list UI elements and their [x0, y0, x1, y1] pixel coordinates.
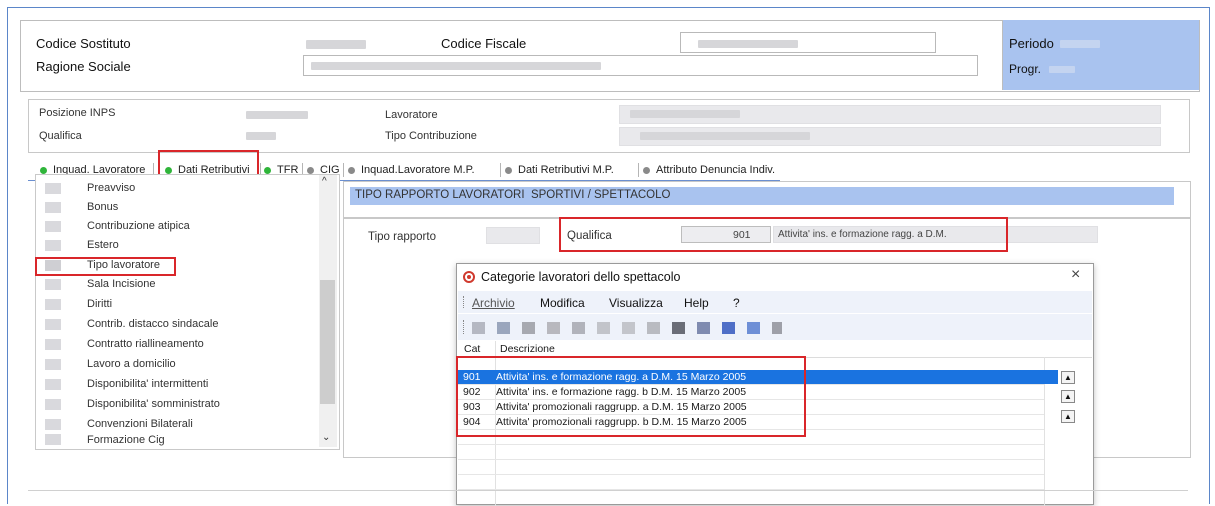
list-item[interactable]: Disponibilita' somministrato: [45, 394, 220, 414]
highlight-qualifica: [559, 217, 1008, 252]
periodo-panel: [1002, 20, 1199, 90]
list-item[interactable]: Bonus: [45, 197, 118, 217]
tree-icon[interactable]: [547, 321, 560, 334]
dialog-icon: [463, 271, 475, 283]
posizione-inps-value: [246, 111, 308, 119]
status-green-icon: [40, 166, 47, 174]
menu-visualizza[interactable]: Visualizza: [609, 296, 663, 310]
posizione-inps-label: Posizione INPS: [39, 107, 116, 119]
qualifica-label: Qualifica: [39, 130, 82, 142]
status-gray-icon: [505, 166, 512, 174]
dialog-toolbar: [458, 314, 1092, 340]
periodo-label: Periodo: [1009, 36, 1054, 51]
qualifica-value: [246, 132, 276, 140]
filter-tool-icon[interactable]: [647, 321, 660, 334]
codice-sostituto-value: [306, 40, 366, 49]
list-icon[interactable]: [597, 321, 610, 334]
open-folder-icon[interactable]: [472, 321, 485, 334]
menu-modifica[interactable]: Modifica: [540, 296, 585, 310]
codice-fiscale-label: Codice Fiscale: [441, 36, 527, 51]
tab-dati-retributivi-mp[interactable]: Dati Retributivi M.P.: [505, 160, 614, 180]
chevron-down-icon[interactable]: ⌄: [322, 432, 330, 443]
menu-question[interactable]: ?: [733, 296, 740, 310]
list-item[interactable]: Contribuzione atipica: [45, 216, 190, 236]
panel-title-text: TIPO RAPPORTO LAVORATORI SPORTIVI / SPET…: [355, 189, 671, 201]
lavoratore-label: Lavoratore: [385, 109, 438, 121]
tipo-contribuzione-label: Tipo Contribuzione: [385, 130, 477, 142]
card-icon[interactable]: [747, 321, 760, 334]
list-item[interactable]: Sala Incisione: [45, 274, 156, 294]
funnel-icon[interactable]: [772, 321, 782, 334]
list-item[interactable]: Disponibilita' intermittenti: [45, 374, 208, 394]
ragione-sociale-value: [311, 62, 601, 70]
progr-value: [1049, 66, 1075, 73]
status-gray-icon: [348, 166, 355, 174]
codice-fiscale-value: [698, 40, 798, 48]
indent-icon[interactable]: [572, 321, 585, 334]
highlight-rows: [456, 356, 806, 437]
tipo-rapporto-label: Tipo rapporto: [368, 231, 436, 243]
save-icon[interactable]: [497, 321, 510, 334]
list-item[interactable]: Formazione Cig: [45, 434, 165, 446]
bottom-divider: [28, 490, 1188, 491]
column-header-descrizione: Descrizione: [500, 343, 555, 355]
tipo-rapporto-field[interactable]: [486, 227, 540, 244]
tab-attributo-denuncia[interactable]: Attributo Denuncia Indiv.: [643, 160, 775, 180]
binoculars-icon[interactable]: [672, 321, 685, 334]
periodo-value: [1060, 40, 1100, 48]
list-item[interactable]: Estero: [45, 235, 119, 255]
list-item[interactable]: Contratto riallineamento: [45, 334, 204, 354]
detail-list-icon[interactable]: [622, 321, 635, 334]
dialog-title: Categorie lavoratori dello spettacolo: [481, 270, 681, 284]
list-item[interactable]: Preavviso: [45, 178, 135, 198]
menu-help[interactable]: Help: [684, 296, 709, 310]
grid-icon[interactable]: [522, 321, 535, 334]
status-gray-icon: [307, 166, 314, 174]
tab-inquad-lavoratore-mp[interactable]: Inquad.Lavoratore M.P.: [348, 160, 475, 180]
lavoratore-value: [630, 110, 740, 118]
list-item[interactable]: Lavoro a domicilio: [45, 354, 176, 374]
list-item[interactable]: Contrib. distacco sindacale: [45, 314, 218, 334]
chevron-up-icon[interactable]: ^: [322, 176, 327, 187]
sort-az-icon[interactable]: [697, 321, 710, 334]
menu-archivio[interactable]: Archivio: [472, 296, 515, 310]
status-green-icon: [264, 166, 271, 174]
list-item[interactable]: Convenzioni Bilaterali: [45, 414, 193, 434]
prev-record-icon[interactable]: ▲: [1061, 410, 1075, 423]
ragione-sociale-label: Ragione Sociale: [36, 59, 131, 74]
tipo-contribuzione-value: [640, 132, 810, 140]
scrollbar-thumb[interactable]: [320, 280, 335, 404]
list-item[interactable]: Diritti: [45, 294, 112, 314]
main-window: Codice Sostituto Ragione Sociale Codice …: [7, 7, 1210, 506]
page-up-icon[interactable]: ▲: [1061, 390, 1075, 403]
highlight-tipo-lavoratore: [35, 257, 176, 276]
close-icon[interactable]: ×: [1071, 266, 1080, 284]
column-header-cat: Cat: [464, 343, 481, 355]
status-gray-icon: [643, 166, 650, 174]
codice-sostituto-label: Codice Sostituto: [36, 36, 131, 51]
progr-label: Progr.: [1009, 62, 1042, 76]
window-icon[interactable]: [722, 321, 735, 334]
first-record-icon[interactable]: ▲: [1061, 371, 1075, 384]
